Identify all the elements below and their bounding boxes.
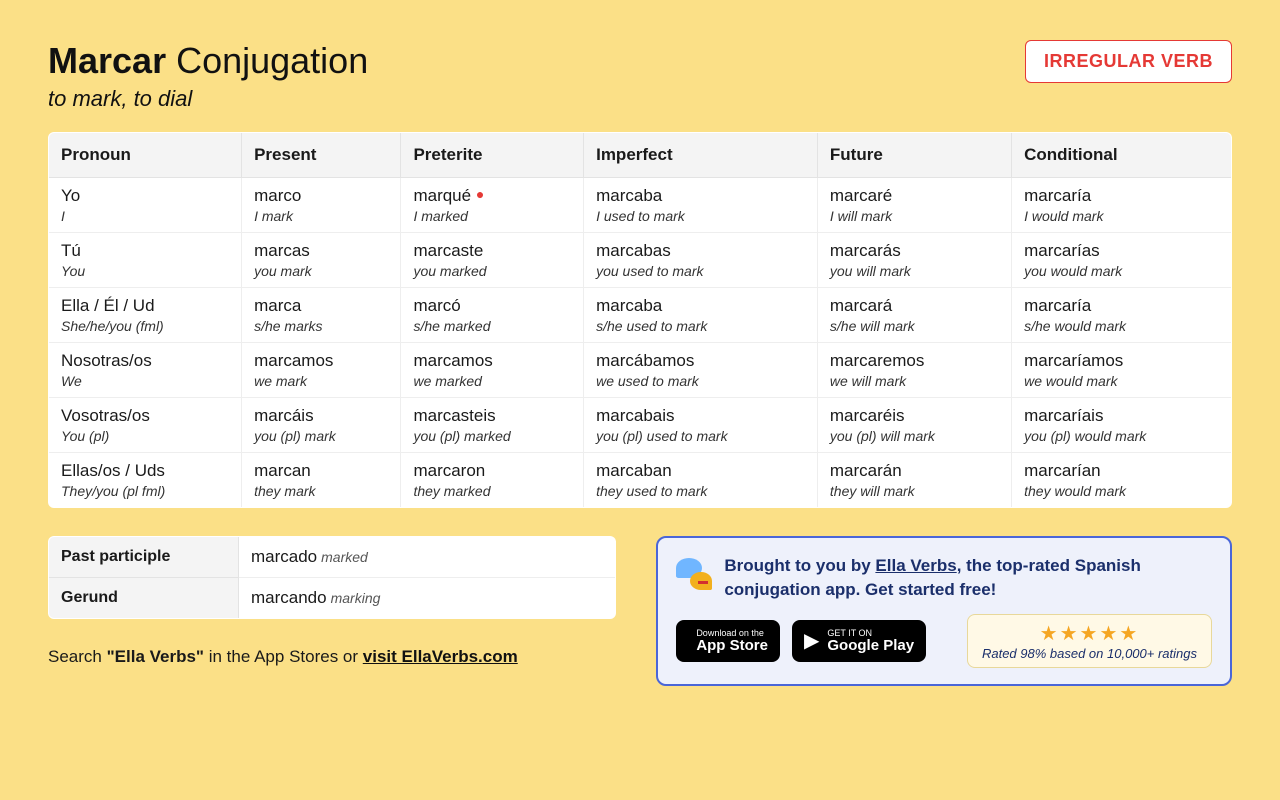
imperfect-cell: marcabanthey used to mark xyxy=(584,453,818,508)
rating-stars: ★★★★★ xyxy=(982,621,1197,646)
pronoun-cell: YoI xyxy=(49,178,242,233)
conditional-cell: marcaríasyou would mark xyxy=(1012,233,1232,288)
present-cell: marcas/he marks xyxy=(242,288,401,343)
imperfect-cell: marcabaisyou (pl) used to mark xyxy=(584,398,818,453)
future-cell: marcaránthey will mark xyxy=(817,453,1011,508)
present-cell: marcasyou mark xyxy=(242,233,401,288)
preterite-cell: marcasteisyou (pl) marked xyxy=(401,398,584,453)
subtitle: to mark, to dial xyxy=(48,86,368,112)
future-cell: marcarásyou will mark xyxy=(817,233,1011,288)
participle-table: Past participle marcadomarked Gerund mar… xyxy=(48,536,616,619)
table-row: YoImarcoI markmarqué ●I markedmarcabaI u… xyxy=(49,178,1232,233)
table-row: Ellas/os / UdsThey/you (pl fml)marcanthe… xyxy=(49,453,1232,508)
promo-icon xyxy=(676,554,712,590)
pronoun-cell: TúYou xyxy=(49,233,242,288)
conditional-cell: marcaríanthey would mark xyxy=(1012,453,1232,508)
conditional-cell: marcaríamoswe would mark xyxy=(1012,343,1232,398)
pronoun-cell: Ellas/os / UdsThey/you (pl fml) xyxy=(49,453,242,508)
conjugation-table: PronounPresentPreteriteImperfectFutureCo… xyxy=(48,132,1232,508)
table-row: TúYoumarcasyou markmarcasteyou markedmar… xyxy=(49,233,1232,288)
google-play-button[interactable]: ▶ GET IT ONGoogle Play xyxy=(792,620,926,662)
imperfect-cell: marcabasyou used to mark xyxy=(584,233,818,288)
present-cell: marcamoswe mark xyxy=(242,343,401,398)
table-row: Ella / Él / UdShe/he/you (fml)marcas/he … xyxy=(49,288,1232,343)
future-cell: marcaremoswe will mark xyxy=(817,343,1011,398)
column-header: Imperfect xyxy=(584,133,818,178)
imperfect-cell: marcabaI used to mark xyxy=(584,178,818,233)
table-row: Nosotras/osWemarcamoswe markmarcamoswe m… xyxy=(49,343,1232,398)
imperfect-cell: marcábamoswe used to mark xyxy=(584,343,818,398)
table-row: Vosotras/osYou (pl)marcáisyou (pl) markm… xyxy=(49,398,1232,453)
past-participle-value: marcadomarked xyxy=(239,537,616,578)
play-icon: ▶ xyxy=(804,628,819,653)
preterite-cell: marcamoswe marked xyxy=(401,343,584,398)
gerund-label: Gerund xyxy=(49,578,239,619)
future-cell: marcarás/he will mark xyxy=(817,288,1011,343)
past-participle-label: Past participle xyxy=(49,537,239,578)
conditional-cell: marcaríaI would mark xyxy=(1012,178,1232,233)
present-cell: marcanthey mark xyxy=(242,453,401,508)
column-header: Preterite xyxy=(401,133,584,178)
irregular-badge: IRREGULAR VERB xyxy=(1025,40,1232,83)
app-store-button[interactable]: Download on theApp Store xyxy=(676,620,780,662)
ellaverbs-link[interactable]: visit EllaVerbs.com xyxy=(363,647,518,666)
preterite-cell: marcós/he marked xyxy=(401,288,584,343)
page-title: Marcar Conjugation xyxy=(48,40,368,82)
promo-box: Brought to you by Ella Verbs, the top-ra… xyxy=(656,536,1232,686)
preterite-cell: marcaronthey marked xyxy=(401,453,584,508)
gerund-value: marcandomarking xyxy=(239,578,616,619)
conditional-cell: marcarías/he would mark xyxy=(1012,288,1232,343)
promo-text: Brought to you by Ella Verbs, the top-ra… xyxy=(724,554,1212,602)
preterite-cell: marcasteyou marked xyxy=(401,233,584,288)
search-hint: Search "Ella Verbs" in the App Stores or… xyxy=(48,647,616,667)
future-cell: marcaréI will mark xyxy=(817,178,1011,233)
column-header: Present xyxy=(242,133,401,178)
preterite-cell: marqué ●I marked xyxy=(401,178,584,233)
imperfect-cell: marcabas/he used to mark xyxy=(584,288,818,343)
present-cell: marcoI mark xyxy=(242,178,401,233)
conditional-cell: marcaríaisyou (pl) would mark xyxy=(1012,398,1232,453)
column-header: Pronoun xyxy=(49,133,242,178)
future-cell: marcaréisyou (pl) will mark xyxy=(817,398,1011,453)
pronoun-cell: Ella / Él / UdShe/he/you (fml) xyxy=(49,288,242,343)
pronoun-cell: Nosotras/osWe xyxy=(49,343,242,398)
column-header: Future xyxy=(817,133,1011,178)
promo-link[interactable]: Ella Verbs xyxy=(875,556,956,575)
rating-box: ★★★★★ Rated 98% based on 10,000+ ratings xyxy=(967,614,1212,668)
present-cell: marcáisyou (pl) mark xyxy=(242,398,401,453)
pronoun-cell: Vosotras/osYou (pl) xyxy=(49,398,242,453)
column-header: Conditional xyxy=(1012,133,1232,178)
